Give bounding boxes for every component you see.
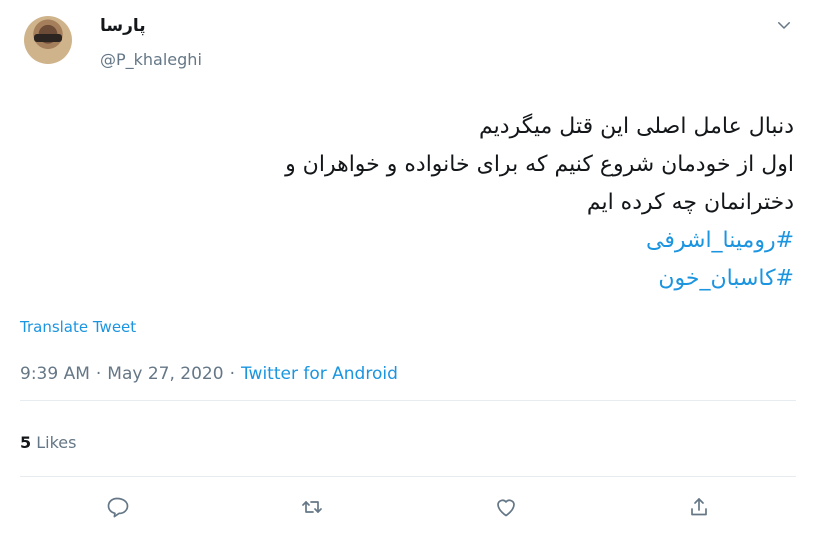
display-name[interactable]: پارسا <box>100 16 146 36</box>
reply-button[interactable] <box>102 494 132 524</box>
meta-separator: · <box>229 364 235 384</box>
likes-count[interactable]: 5 Likes <box>20 433 76 452</box>
meta-separator: · <box>95 364 102 384</box>
likes-number: 5 <box>20 433 32 452</box>
chevron-down-icon[interactable] <box>775 16 793 34</box>
tweet-line: دنبال عامل اصلی این قتل میگردیم <box>479 114 794 139</box>
hashtag-link[interactable]: #کاسبان_خون <box>74 260 794 298</box>
user-handle[interactable]: @P_khaleghi <box>100 50 202 69</box>
tweet-meta: 9:39 AM · May 27, 2020 · Twitter for Android <box>20 364 398 384</box>
retweet-button[interactable] <box>297 494 327 524</box>
tweet-line: اول از خودمان شروع کنیم که برای خانواده … <box>285 152 794 177</box>
heart-icon <box>494 495 518 523</box>
tweet-time[interactable]: 9:39 AM <box>20 364 90 384</box>
tweet-date[interactable]: May 27, 2020 <box>107 364 223 384</box>
tweet-line: دخترانمان چه کرده ایم <box>586 190 794 215</box>
tweet-text: دنبال عامل اصلی این قتل میگردیم اول از خ… <box>74 108 794 298</box>
avatar-sunglasses <box>34 34 62 42</box>
translate-tweet-link[interactable]: Translate Tweet <box>20 318 136 336</box>
reply-icon <box>105 495 129 523</box>
retweet-icon <box>300 495 324 523</box>
hashtag-link[interactable]: #رومینا_اشرفی <box>74 222 794 260</box>
divider <box>20 400 796 401</box>
share-button[interactable] <box>684 494 714 524</box>
divider <box>20 476 796 477</box>
likes-label: Likes <box>36 433 77 452</box>
tweet-source-link[interactable]: Twitter for Android <box>241 364 398 384</box>
avatar[interactable] <box>24 16 72 64</box>
share-icon <box>687 495 711 523</box>
like-button[interactable] <box>491 494 521 524</box>
